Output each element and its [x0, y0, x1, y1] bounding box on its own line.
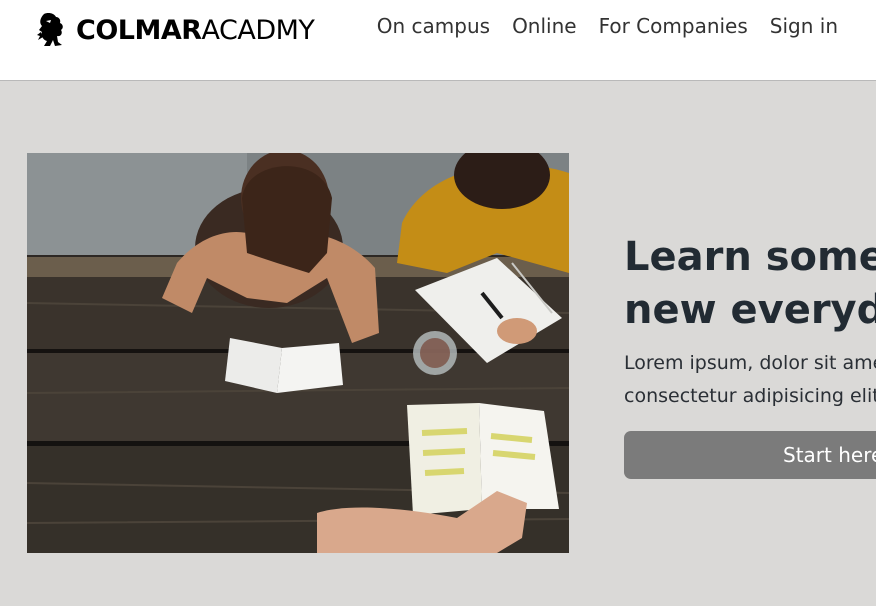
- start-here-button[interactable]: Start here: [624, 431, 876, 479]
- hero-subtitle-line-1: Lorem ipsum, dolor sit amet: [624, 352, 876, 374]
- brand-name: COLMARACADMY: [76, 14, 315, 46]
- nav-link-sign-in[interactable]: Sign in: [770, 14, 838, 38]
- hero-image: [27, 153, 569, 553]
- nav-link-on-campus[interactable]: On campus: [377, 14, 490, 38]
- brand-name-light: ACADMY: [201, 14, 315, 46]
- navbar: COLMARACADMY On campus Online For Compan…: [0, 0, 876, 81]
- hero-text-block: Learn something new everyday Lorem ipsum…: [624, 231, 876, 479]
- hero-title-line-1: Learn something: [624, 234, 876, 280]
- main-nav: On campus Online For Companies Sign in: [377, 14, 838, 38]
- hero-section: Learn something new everyday Lorem ipsum…: [0, 81, 876, 606]
- hero-title: Learn something new everyday: [624, 231, 876, 337]
- hero-subtitle-line-2: consectetur adipisicing elit.: [624, 385, 876, 407]
- nav-link-for-companies[interactable]: For Companies: [599, 14, 748, 38]
- brand-logo-link[interactable]: COLMARACADMY: [36, 12, 315, 48]
- nav-link-online[interactable]: Online: [512, 14, 577, 38]
- students-reading-photo: [27, 153, 569, 553]
- brand-name-bold: COLMAR: [76, 14, 202, 46]
- hero-subtitle: Lorem ipsum, dolor sit amet consectetur …: [624, 347, 876, 413]
- hero-title-line-2: new everyday: [624, 287, 876, 333]
- lion-icon: [37, 13, 63, 46]
